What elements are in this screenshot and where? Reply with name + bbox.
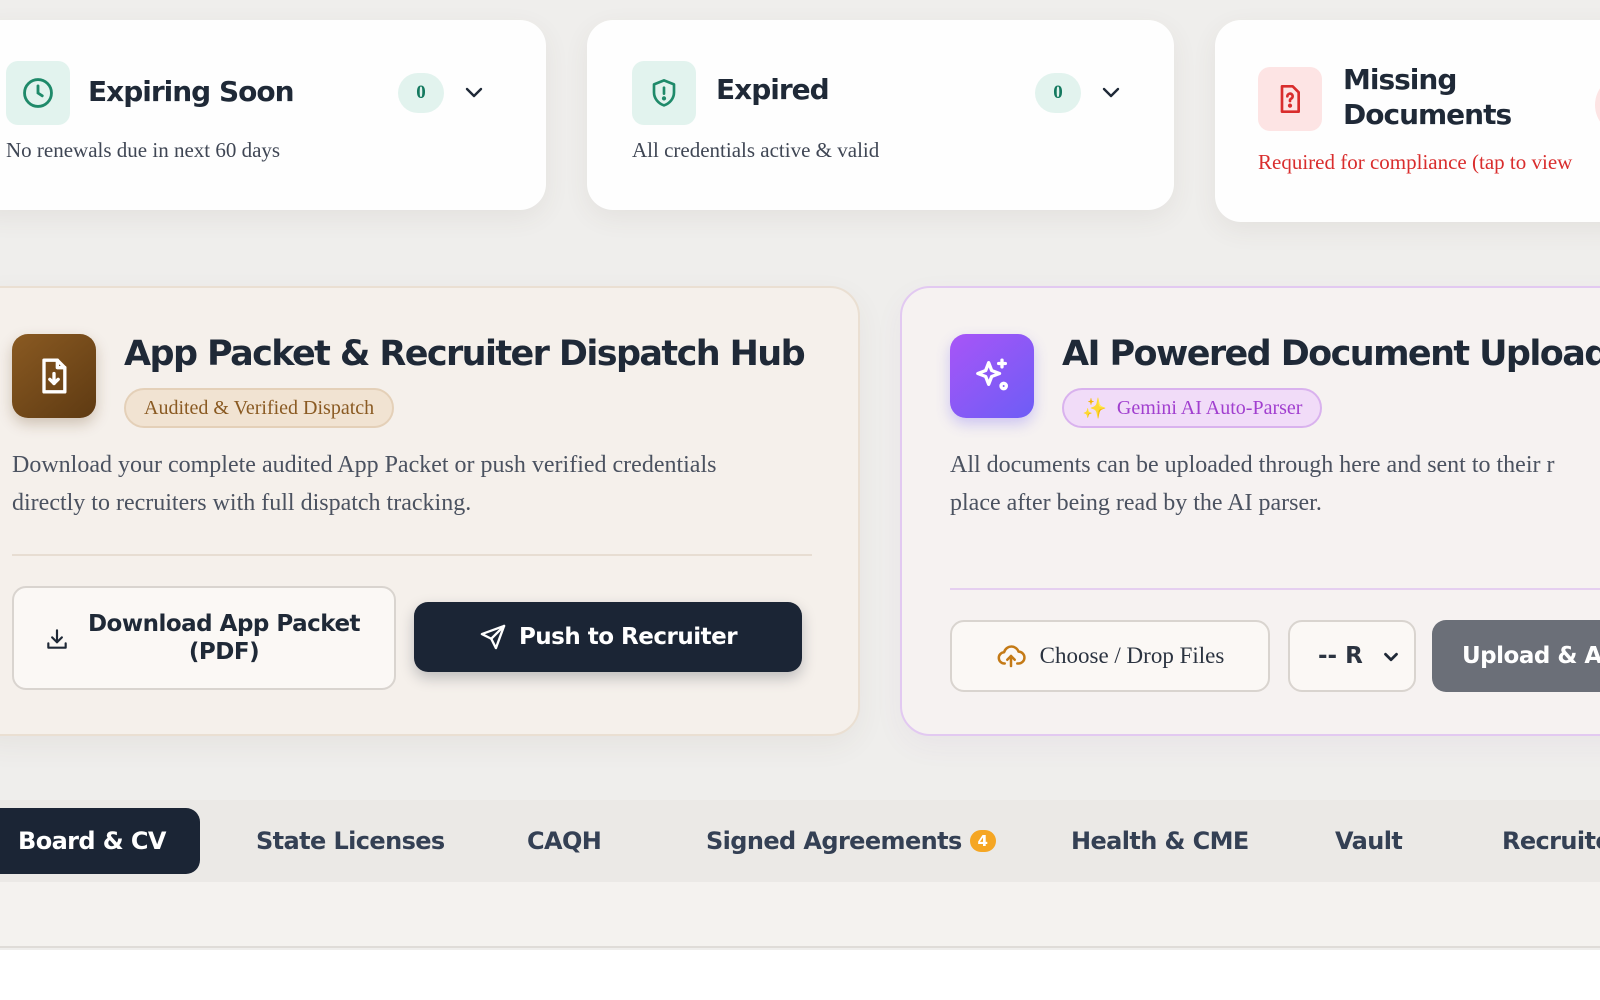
gemini-parser-label: Gemini AI Auto-Parser (1116, 396, 1303, 419)
missing-documents-title: Missing Documents (1343, 62, 1512, 132)
missing-documents-card[interactable]: Missing Documents Required for complianc… (1215, 20, 1600, 222)
dispatch-hub-panel: App Packet & Recruiter Dispatch Hub Audi… (0, 286, 860, 736)
download-label-line1: Download App Packet (87, 610, 361, 637)
expiring-soon-subtitle: No renewals due in next 60 days (6, 138, 281, 162)
description-line: All documents can be uploaded through he… (950, 452, 1555, 478)
tab-health-cme[interactable]: Health & CME (1071, 808, 1249, 874)
choose-drop-files-button[interactable]: Choose / Drop Files (950, 620, 1270, 692)
expired-count-badge: 0 (1035, 73, 1081, 113)
dispatch-hub-title: App Packet & Recruiter Dispatch Hub (124, 334, 806, 374)
push-to-recruiter-label: Push to Recruiter (518, 623, 738, 650)
send-icon (479, 623, 507, 651)
tab-content-area (0, 882, 1600, 948)
download-app-packet-button[interactable]: Download App Packet (PDF) (12, 586, 396, 690)
expired-card[interactable]: Expired 0 All credentials active & valid (587, 20, 1174, 210)
ai-uploader-description: All documents can be uploaded through he… (950, 446, 1555, 522)
upload-button-label: Upload & Au (1462, 642, 1600, 669)
audited-verified-tag: Audited & Verified Dispatch (124, 388, 395, 428)
tab-bar: Board & CV State Licenses CAQH Signed Ag… (0, 800, 1600, 882)
description-line: directly to recruiters with full dispatc… (12, 490, 472, 516)
chevron-down-icon[interactable] (1097, 78, 1125, 106)
expired-subtitle: All credentials active & valid (632, 138, 880, 162)
tab-state-licenses[interactable]: State Licenses (256, 808, 445, 874)
sparkles-icon (950, 334, 1034, 418)
divider (950, 588, 1600, 590)
tab-board-cv[interactable]: Board & CV (0, 808, 200, 874)
description-line: Download your complete audited App Packe… (12, 452, 717, 478)
choose-drop-files-label: Choose / Drop Files (1039, 643, 1225, 668)
missing-title-line1: Missing (1343, 63, 1457, 96)
clock-icon (6, 61, 70, 125)
sparkle-emoji-icon: ✨ (1082, 397, 1107, 420)
ai-uploader-title: AI Powered Document Uploader (1062, 334, 1600, 374)
ai-uploader-panel: AI Powered Document Uploader ✨ Gemini AI… (900, 286, 1600, 736)
expired-title: Expired (716, 73, 830, 106)
push-to-recruiter-button[interactable]: Push to Recruiter (414, 602, 802, 672)
expiring-soon-card[interactable]: Expiring Soon 0 No renewals due in next … (0, 20, 546, 210)
chevron-down-icon[interactable] (460, 78, 488, 106)
dispatch-hub-description: Download your complete audited App Packe… (12, 446, 716, 522)
cloud-upload-icon (996, 641, 1026, 671)
gemini-parser-tag: ✨ Gemini AI Auto-Parser (1062, 388, 1323, 428)
document-type-select[interactable]: -- R (1288, 620, 1416, 692)
expiring-count-badge: 0 (398, 73, 444, 113)
divider (12, 554, 812, 556)
shield-alert-icon (632, 61, 696, 125)
file-question-icon (1258, 67, 1322, 131)
upload-and-auto-parse-button[interactable]: Upload & Au (1432, 620, 1600, 692)
tab-recruiter[interactable]: Recruiter (1502, 808, 1600, 874)
chevron-down-icon (1380, 646, 1402, 668)
missing-documents-subtitle[interactable]: Required for compliance (tap to view (1258, 150, 1572, 175)
file-download-icon (12, 334, 96, 418)
missing-count-badge (1595, 75, 1600, 135)
missing-title-line2: Documents (1343, 98, 1512, 131)
download-label-line2: (PDF) (188, 639, 260, 665)
tab-signed-agreements[interactable]: Signed Agreements 4 (706, 808, 996, 874)
document-type-select-value: -- R (1318, 643, 1363, 669)
download-icon (44, 626, 70, 657)
download-app-packet-label: Download App Packet (PDF) (87, 610, 361, 666)
tab-signed-agreements-label: Signed Agreements (706, 827, 962, 855)
description-line: place after being read by the AI parser. (950, 490, 1322, 516)
notification-badge: 4 (969, 830, 996, 852)
page-footer-area (0, 950, 1600, 1000)
expiring-soon-title: Expiring Soon (88, 75, 295, 108)
tab-vault[interactable]: Vault (1335, 808, 1403, 874)
tab-caqh[interactable]: CAQH (527, 808, 602, 874)
